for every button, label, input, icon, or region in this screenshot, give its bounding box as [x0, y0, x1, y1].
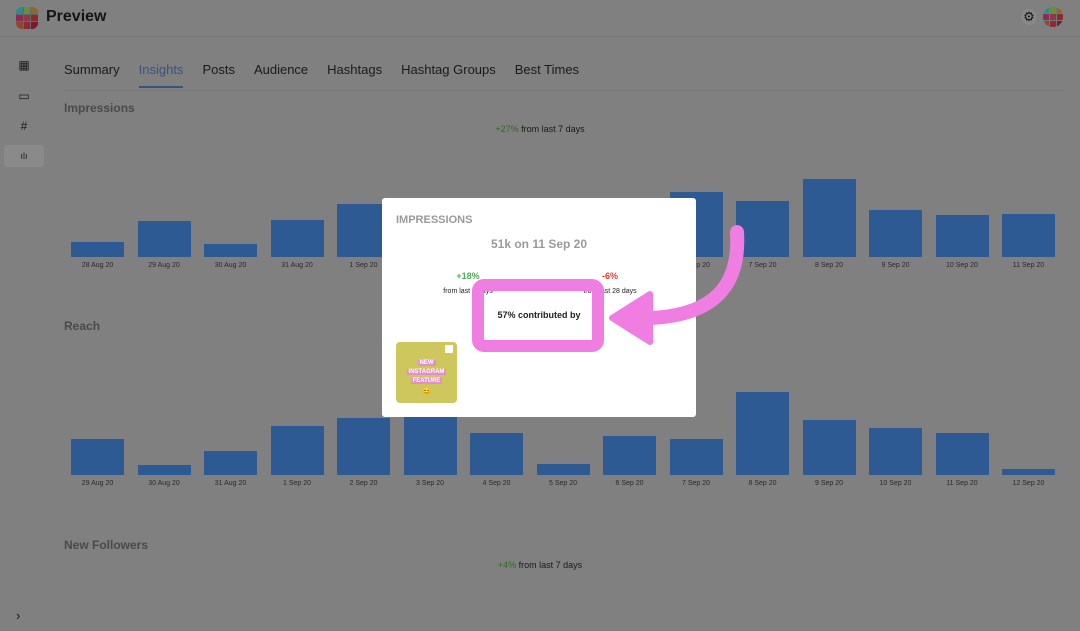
bar-12-Sep-20[interactable]: [1002, 469, 1055, 475]
delta-text: from last 7 days: [518, 124, 585, 134]
x-tick-label: 8 Sep 20: [748, 480, 777, 487]
tab-best-times[interactable]: Best Times: [515, 62, 579, 88]
x-tick-label: 9 Sep 20: [881, 262, 910, 269]
bar-29-Aug-20[interactable]: [71, 439, 124, 475]
tab-bar: Summary Insights Posts Audience Hashtags…: [64, 62, 579, 88]
bar-6-Sep-20[interactable]: [603, 436, 656, 475]
tab-hashtags[interactable]: Hashtags: [327, 62, 382, 88]
bar-31-Aug-20[interactable]: [204, 451, 257, 475]
thumb-text: FEATURE: [410, 378, 443, 384]
x-tick-label: 7 Sep 20: [681, 480, 711, 487]
highlight-box: [472, 279, 604, 352]
bar-5-Sep-20[interactable]: [536, 464, 590, 475]
bar-29-Aug-20[interactable]: [137, 220, 191, 257]
bar-30-Aug-20[interactable]: [204, 244, 257, 257]
tab-audience[interactable]: Audience: [254, 62, 308, 88]
thumb-emoji: 😊: [421, 387, 432, 396]
x-tick-label: 8 Sep 20: [814, 262, 844, 269]
x-tick-label: 10 Sep 20: [879, 480, 912, 487]
expand-sidebar-icon[interactable]: ›: [16, 608, 20, 623]
carousel-icon: [445, 345, 453, 353]
avatar[interactable]: [1043, 7, 1063, 27]
x-tick-label: 29 Aug 20: [81, 480, 114, 487]
x-tick-label: 30 Aug 20: [148, 480, 180, 487]
delta-value: +27%: [495, 124, 519, 134]
post-thumbnail[interactable]: NEW INSTAGRAM FEATURE 😊: [396, 342, 457, 403]
x-tick-label: 30 Aug 20: [214, 262, 247, 269]
bar-28-Aug-20[interactable]: [71, 241, 124, 257]
new-followers-delta: +4% from last 7 days: [0, 560, 1080, 570]
delta-text: from last 7 days: [516, 560, 583, 570]
x-tick-label: 28 Aug 20: [81, 262, 114, 269]
bar-7-Sep-20[interactable]: [669, 439, 723, 475]
new-followers-title: New Followers: [64, 538, 149, 552]
bar-10-Sep-20[interactable]: [935, 215, 989, 257]
tab-divider: [64, 90, 1064, 91]
top-bar: Preview ⚙: [0, 0, 1080, 37]
app-logo: [16, 7, 38, 29]
tab-summary[interactable]: Summary: [64, 62, 120, 88]
x-tick-label: 29 Aug 20: [148, 262, 180, 269]
bar-9-Sep-20[interactable]: [802, 420, 856, 475]
bar-1-Sep-20[interactable]: [270, 426, 324, 475]
impressions-title: Impressions: [64, 101, 135, 115]
tab-insights[interactable]: Insights: [138, 62, 184, 88]
annotation-arrow: [609, 225, 745, 345]
impressions-delta: +27% from last 7 days: [0, 124, 1080, 134]
x-tick-label: 11 Sep 20: [946, 480, 978, 487]
x-tick-label: 31 Aug 20: [281, 262, 313, 269]
x-tick-label: 11 Sep 20: [1012, 262, 1045, 269]
tab-hashtag-groups[interactable]: Hashtag Groups: [401, 62, 496, 88]
bar-8-Sep-20[interactable]: [736, 392, 789, 475]
x-tick-label: 2 Sep 20: [349, 480, 378, 487]
delta-value: +4%: [497, 560, 517, 570]
modal-title: IMPRESSIONS: [396, 214, 473, 226]
bar-30-Aug-20[interactable]: [137, 465, 191, 475]
bar-3-Sep-20[interactable]: [403, 412, 457, 475]
x-tick-label: 10 Sep 20: [946, 262, 978, 269]
x-tick-label: 9 Sep 20: [814, 480, 844, 487]
x-tick-label: 3 Sep 20: [415, 480, 445, 487]
x-tick-label: 5 Sep 20: [548, 480, 578, 487]
x-tick-label: 31 Aug 20: [214, 480, 247, 487]
bar-11-Sep-20[interactable]: [935, 433, 989, 475]
bar-11-Sep-20[interactable]: [1002, 214, 1055, 257]
bar-8-Sep-20[interactable]: [802, 179, 856, 257]
x-tick-label: 4 Sep 20: [482, 480, 511, 487]
reach-title: Reach: [64, 319, 101, 333]
bar-2-Sep-20[interactable]: [337, 418, 390, 475]
bar-31-Aug-20[interactable]: [270, 220, 324, 257]
gear-icon[interactable]: ⚙: [1021, 9, 1037, 25]
x-tick-label: 6 Sep 20: [615, 480, 644, 487]
thumb-text: INSTAGRAM: [406, 369, 447, 375]
x-tick-label: 12 Sep 20: [1012, 480, 1045, 487]
thumb-text: NEW: [417, 360, 436, 366]
bar-4-Sep-20[interactable]: [470, 433, 523, 475]
grid-icon[interactable]: ▦: [8, 54, 40, 76]
bar-9-Sep-20[interactable]: [869, 210, 922, 257]
x-tick-label: 1 Sep 20: [282, 480, 312, 487]
calendar-icon[interactable]: ▭: [8, 85, 40, 107]
bar-chart-icon[interactable]: ılı: [4, 145, 44, 167]
bar-10-Sep-20[interactable]: [869, 428, 922, 475]
app-title: Preview: [46, 8, 107, 25]
tab-posts[interactable]: Posts: [202, 62, 235, 88]
